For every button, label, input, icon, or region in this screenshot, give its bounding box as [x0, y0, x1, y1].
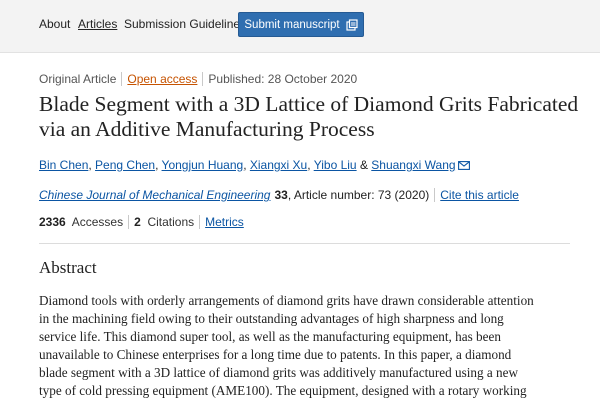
section-divider	[39, 243, 570, 244]
abstract-line: in the machining field owing to their ou…	[39, 311, 504, 326]
meta-divider	[121, 72, 123, 86]
meta-divider	[128, 215, 130, 229]
author-link[interactable]: Yongjun Huang	[162, 158, 244, 172]
author-link[interactable]: Peng Chen	[95, 158, 155, 172]
author-list: Bin Chen, Peng Chen, Yongjun Huang, Xian…	[39, 158, 470, 172]
article-metrics: 2336 Accesses 2 Citations Metrics	[39, 215, 244, 229]
article-number: , Article number: 73 (2020)	[287, 188, 430, 202]
submit-manuscript-label: Submit manuscript	[244, 18, 340, 31]
author-link[interactable]: Xiangxi Xu	[250, 158, 307, 172]
journal-volume: 33	[274, 188, 288, 202]
nav-about-link[interactable]: About	[39, 17, 70, 31]
external-link-icon	[346, 18, 358, 31]
abstract-line: type of cold pressing equipment (AME100)…	[39, 383, 527, 398]
accesses-label: Accesses	[71, 215, 124, 229]
citations-label: Citations	[147, 215, 195, 229]
accesses-count: 2336	[39, 215, 66, 229]
abstract-text: Diamond tools with orderly arrangements …	[39, 292, 579, 400]
author-link[interactable]: Shuangxi Wang	[371, 158, 455, 172]
author-separator: &	[356, 158, 372, 172]
article-title: Blade Segment with a 3D Lattice of Diamo…	[39, 92, 579, 141]
journal-link[interactable]: Chinese Journal of Mechanical Engineerin…	[39, 188, 270, 202]
metrics-link[interactable]: Metrics	[205, 215, 244, 229]
author-link[interactable]: Bin Chen	[39, 158, 88, 172]
author-link[interactable]: Yibo Liu	[314, 158, 357, 172]
meta-divider	[434, 188, 436, 202]
meta-divider	[199, 215, 201, 229]
abstract-line: blade segment with a 3D lattice of diamo…	[39, 365, 519, 380]
top-navigation-bar: About Articles Submission Guidelines Sub…	[0, 0, 600, 53]
abstract-line: Diamond tools with orderly arrangements …	[39, 293, 534, 308]
submit-manuscript-button[interactable]: Submit manuscript	[238, 12, 364, 37]
meta-divider	[202, 72, 204, 86]
mail-icon[interactable]	[457, 161, 470, 170]
abstract-line: service life. This diamond super tool, a…	[39, 329, 501, 344]
citations-count: 2	[134, 215, 141, 229]
nav-submission-guidelines-link[interactable]: Submission Guidelines	[124, 17, 246, 31]
author-separator: ,	[243, 158, 250, 172]
article-type: Original Article	[39, 72, 117, 86]
published-date: Published: 28 October 2020	[208, 72, 358, 86]
journal-info: Chinese Journal of Mechanical Engineerin…	[39, 188, 519, 202]
abstract-heading: Abstract	[39, 258, 97, 277]
abstract-line: unavailable to Chinese enterprises for a…	[39, 347, 512, 362]
open-access-link[interactable]: Open access	[127, 72, 197, 86]
article-meta: Original Article Open access Published: 28…	[39, 72, 357, 86]
nav-articles-link[interactable]: Articles	[78, 17, 117, 31]
cite-article-link[interactable]: Cite this article	[440, 188, 519, 202]
